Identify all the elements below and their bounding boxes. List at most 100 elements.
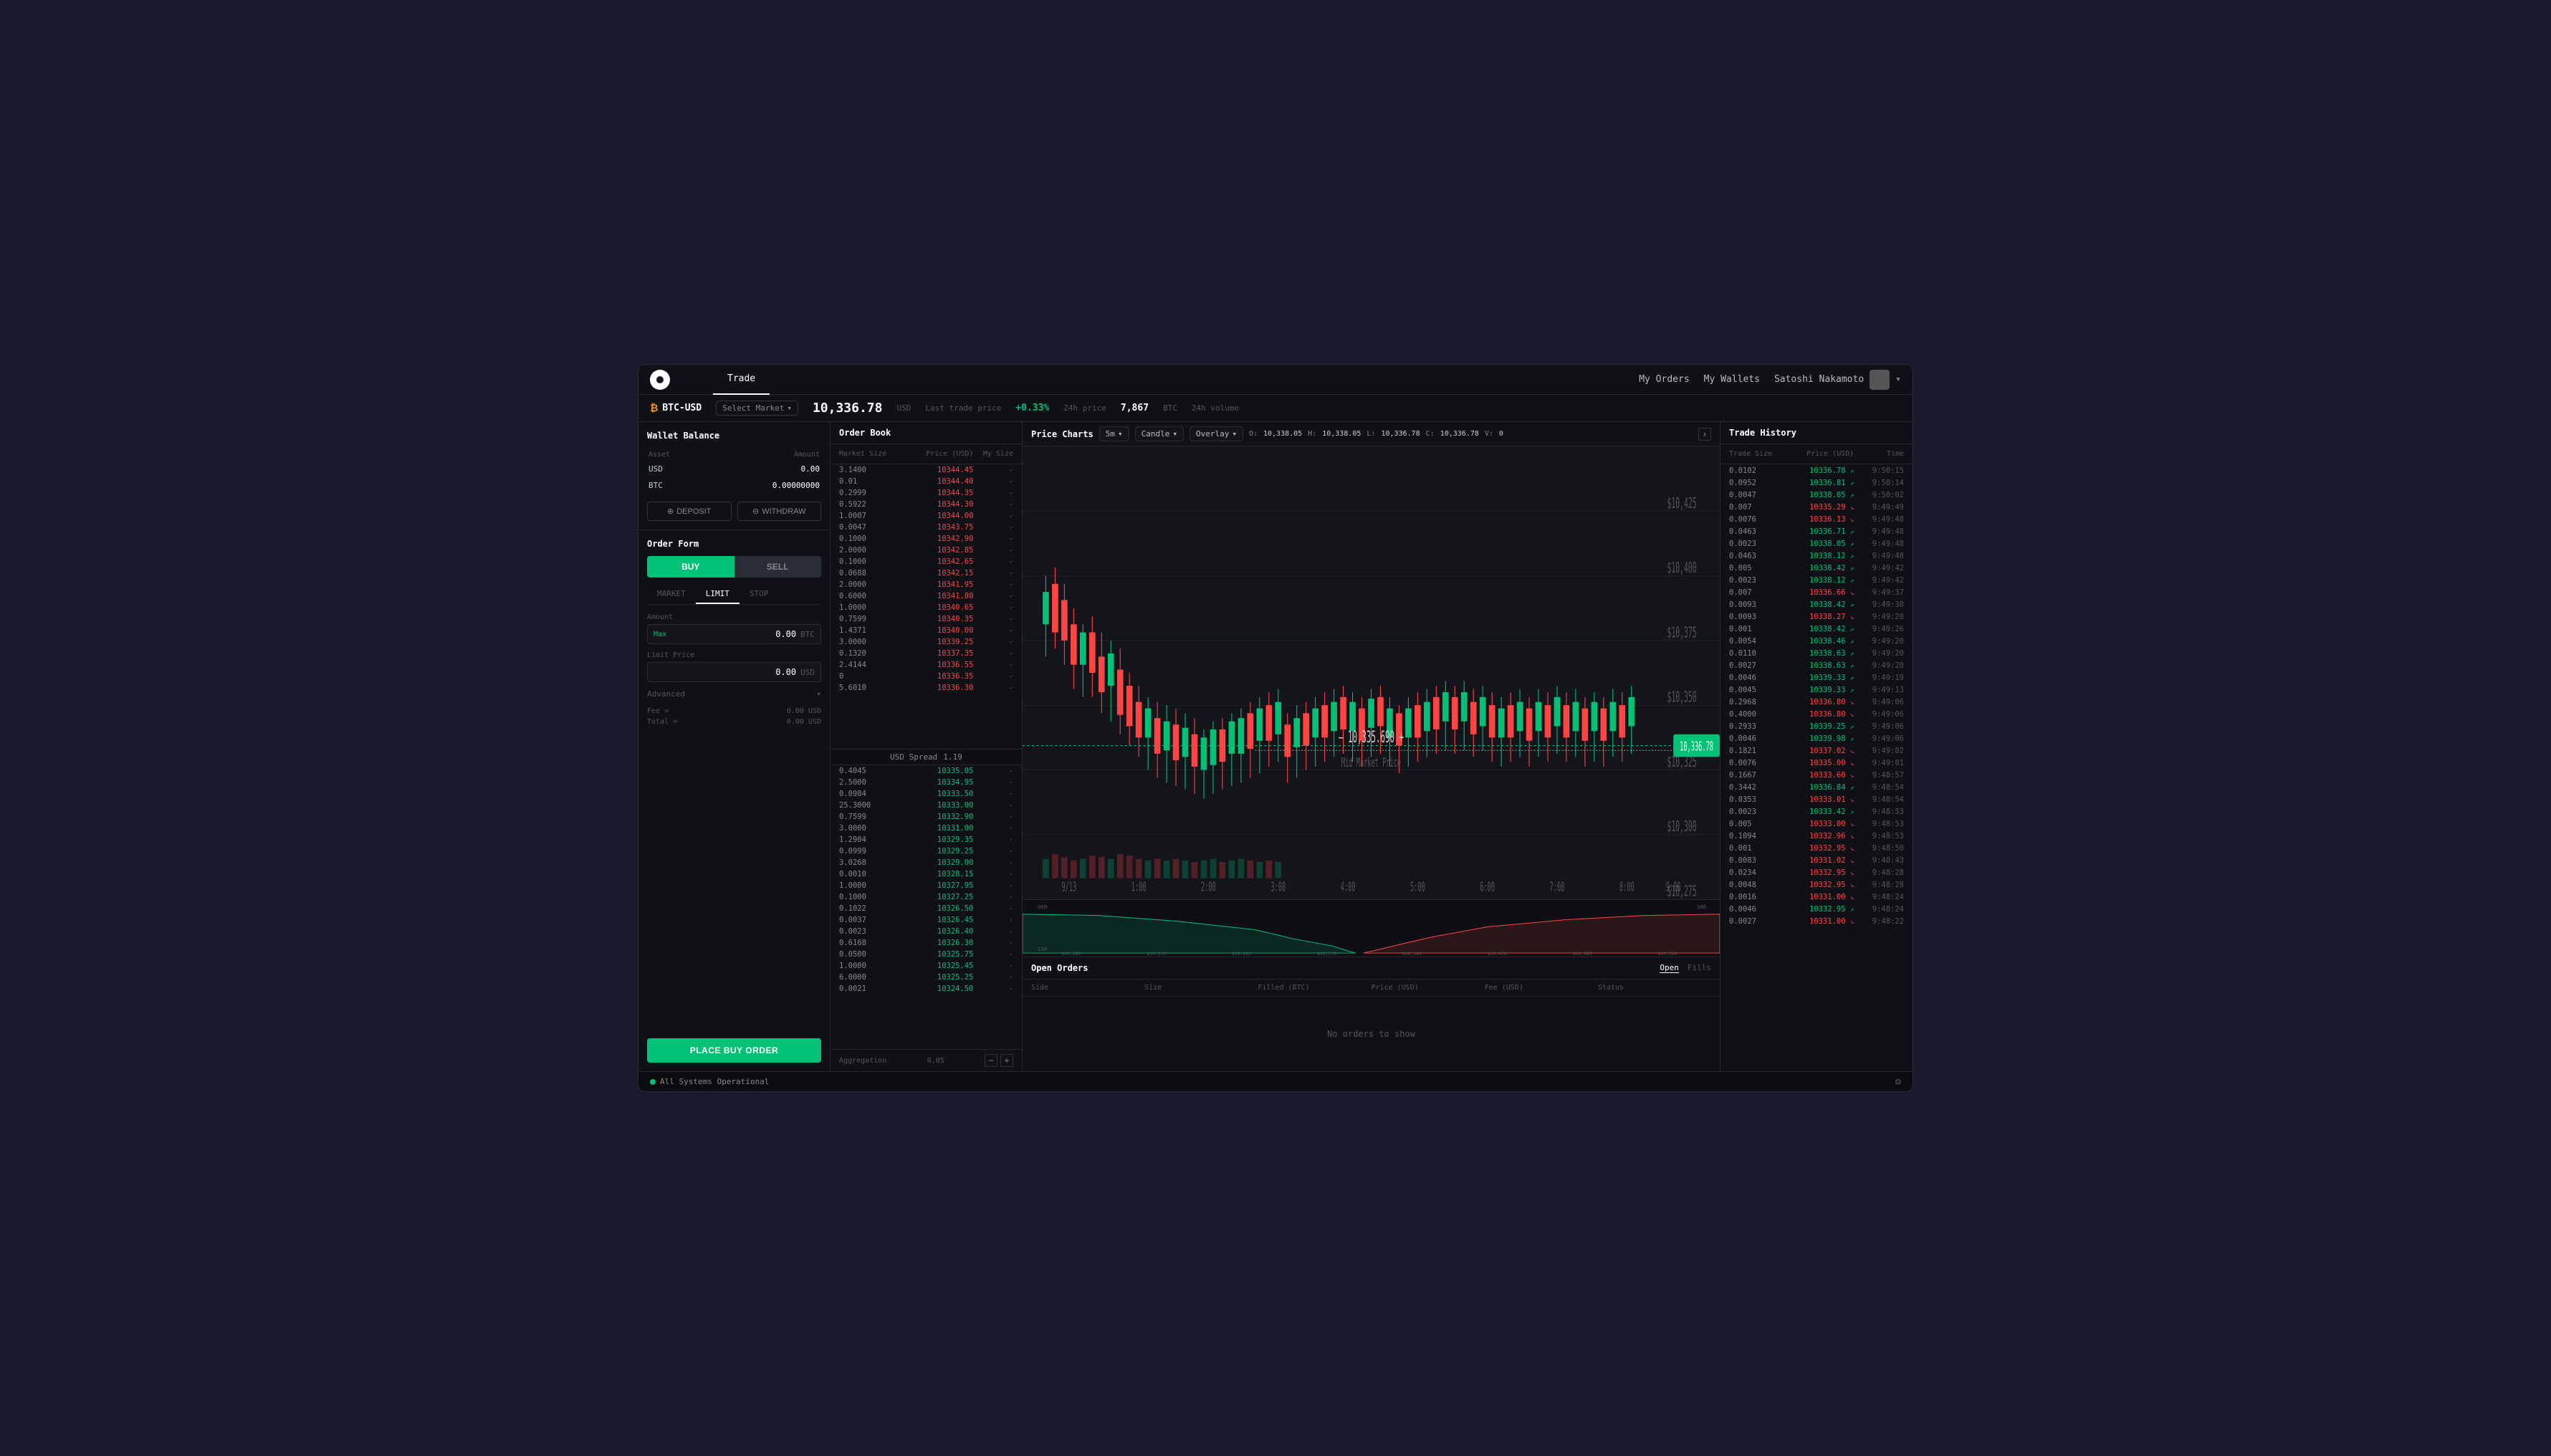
- svg-text:4:00: 4:00: [1341, 880, 1356, 894]
- list-item: 0.00710335.29 ↘9:49:49: [1720, 501, 1913, 513]
- no-orders-message: No orders to show: [1023, 997, 1720, 1071]
- table-row[interactable]: 0.100010327.25-: [831, 891, 1022, 903]
- list-item: 0.046310336.71 ↗9:49:48: [1720, 525, 1913, 537]
- table-row[interactable]: 0.001010328.15-: [831, 868, 1022, 880]
- table-row[interactable]: 3.000010339.25-: [831, 636, 1022, 648]
- tab-stop[interactable]: STOP: [740, 585, 779, 604]
- table-row[interactable]: 0.759910332.90-: [831, 811, 1022, 823]
- table-row[interactable]: 0.132010337.35-: [831, 648, 1022, 659]
- agg-buttons: − +: [985, 1054, 1013, 1067]
- table-row[interactable]: 0.592210344.30-: [831, 499, 1022, 510]
- my-orders-btn[interactable]: My Orders: [1639, 374, 1689, 385]
- total-label: Total =: [647, 718, 677, 726]
- max-button[interactable]: Max: [654, 631, 666, 638]
- timeframe-control[interactable]: 5m ▾: [1099, 426, 1129, 441]
- table-row[interactable]: 1.290410329.35-: [831, 834, 1022, 846]
- table-row[interactable]: 0.003710326.45-: [831, 914, 1022, 926]
- table-row[interactable]: 0.759910340.35-: [831, 613, 1022, 625]
- place-order-button[interactable]: PLACE BUY ORDER: [647, 1038, 821, 1063]
- change-label: 24h price: [1063, 403, 1106, 413]
- ob-col-price: Price (USD): [899, 450, 973, 458]
- table-row[interactable]: 0.600010341.80-: [831, 590, 1022, 602]
- table-row[interactable]: 2.414410336.55-: [831, 659, 1022, 671]
- overlay-control[interactable]: Overlay ▾: [1190, 426, 1243, 441]
- table-row[interactable]: 0.616810326.30-: [831, 937, 1022, 949]
- svg-text:$10,375: $10,375: [1667, 623, 1697, 641]
- tab-limit[interactable]: LIMIT: [696, 585, 740, 604]
- buy-button[interactable]: BUY: [647, 556, 734, 578]
- table-row[interactable]: 1.000010340.65-: [831, 602, 1022, 613]
- table-row[interactable]: 1.000010325.45-: [831, 960, 1022, 972]
- fee-row: Fee = 0.00 USD: [647, 707, 821, 715]
- trade-history-title: Trade History: [1729, 428, 1796, 438]
- chart-nav-right[interactable]: ›: [1698, 428, 1711, 441]
- settings-icon[interactable]: ⚙: [1895, 1076, 1901, 1088]
- table-row[interactable]: 3.000010331.00-: [831, 823, 1022, 834]
- svg-text:$10,400: $10,400: [1667, 559, 1697, 576]
- chevron-down-icon[interactable]: ▾: [1895, 374, 1901, 385]
- tab-market[interactable]: MARKET: [647, 585, 696, 604]
- last-price-label: Last trade price: [925, 403, 1001, 413]
- advanced-row[interactable]: Advanced ▾: [647, 689, 821, 699]
- order-form-section: Order Form BUY SELL MARKET LIMIT STOP Am…: [638, 530, 830, 1071]
- nav-tab-trade[interactable]: Trade: [713, 365, 770, 395]
- tab-fills[interactable]: Fills: [1688, 963, 1711, 973]
- table-row[interactable]: 0.068810342.15-: [831, 567, 1022, 579]
- table-row[interactable]: 2.000010341.95-: [831, 579, 1022, 590]
- agg-plus-btn[interactable]: +: [1000, 1054, 1013, 1067]
- logo[interactable]: [650, 370, 670, 390]
- app-container: Trade My Orders My Wallets Satoshi Nakam…: [638, 364, 1913, 1092]
- table-row[interactable]: 0.050010325.75-: [831, 949, 1022, 960]
- oo-table-header: Side Size Filled (BTC) Price (USD) Fee (…: [1023, 980, 1720, 997]
- table-row[interactable]: 2.000010342.85-: [831, 545, 1022, 556]
- table-row[interactable]: 3.140010344.45-: [831, 464, 1022, 476]
- table-row[interactable]: 5.601010336.30-: [831, 682, 1022, 694]
- list-item: 0.002310338.12 ↗9:49:42: [1720, 574, 1913, 586]
- my-wallets-btn[interactable]: My Wallets: [1704, 374, 1760, 385]
- fee-value: 0.00 USD: [787, 707, 821, 715]
- candle-chart-area[interactable]: $10,425 $10,400 $10,375 $10,350 $10,325 …: [1023, 446, 1720, 899]
- sell-button[interactable]: SELL: [734, 556, 822, 578]
- withdraw-button[interactable]: ⊖ WITHDRAW: [737, 502, 822, 521]
- deposit-button[interactable]: ⊕ DEPOSIT: [647, 502, 732, 521]
- table-row[interactable]: 0.004710343.75-: [831, 522, 1022, 533]
- table-row[interactable]: 1.000710344.00-: [831, 510, 1022, 522]
- table-row[interactable]: 0.099910329.25-: [831, 846, 1022, 857]
- total-value: 0.00 USD: [787, 718, 821, 726]
- table-row[interactable]: 010336.35-: [831, 671, 1022, 682]
- table-row[interactable]: 0.299910344.35-: [831, 487, 1022, 499]
- depth-chart-area[interactable]: -300 -130 300 $10,180 $10,230 $10,280 $1…: [1023, 899, 1720, 957]
- user-avatar[interactable]: [1870, 370, 1890, 390]
- svg-text:6:00: 6:00: [1480, 880, 1495, 894]
- tab-open[interactable]: Open: [1660, 963, 1679, 973]
- select-market-btn[interactable]: Select Market ▾: [716, 401, 798, 416]
- svg-text:5:00: 5:00: [1410, 880, 1425, 894]
- table-row[interactable]: 0.002110324.50-: [831, 983, 1022, 995]
- limit-price-value[interactable]: 0.00: [654, 667, 796, 677]
- table-row[interactable]: 0.404510335.05-: [831, 765, 1022, 777]
- table-row[interactable]: 0.100010342.90-: [831, 533, 1022, 545]
- wallet-table: Asset Amount USD 0.00 BTC 0.00000000: [647, 448, 821, 494]
- table-row[interactable]: 2.500010334.95-: [831, 777, 1022, 788]
- table-row[interactable]: 0.102210326.50-: [831, 903, 1022, 914]
- svg-text:300: 300: [1697, 904, 1707, 910]
- user-name: Satoshi Nakamoto: [1774, 374, 1864, 385]
- table-row[interactable]: 1.437110340.00-: [831, 625, 1022, 636]
- usd-amount: 0.00: [703, 461, 820, 476]
- table-row[interactable]: 0.100010342.65-: [831, 556, 1022, 567]
- oo-col-size: Size: [1144, 984, 1258, 992]
- table-row[interactable]: 0.098410333.50-: [831, 788, 1022, 800]
- table-row[interactable]: 6.000010325.25-: [831, 972, 1022, 983]
- status-text: All Systems Operational: [660, 1077, 769, 1086]
- amount-value[interactable]: 0.00: [672, 629, 796, 639]
- table-row[interactable]: 0.0110344.40-: [831, 476, 1022, 487]
- table-row[interactable]: 0.002310326.40-: [831, 926, 1022, 937]
- table-row[interactable]: 1.000010327.95-: [831, 880, 1022, 891]
- list-item: 0.166710333.60 ↘9:48:57: [1720, 769, 1913, 781]
- chart-type-control[interactable]: Candle ▾: [1135, 426, 1184, 441]
- table-row[interactable]: 25.300010333.00-: [831, 800, 1022, 811]
- table-row[interactable]: 3.026810329.00-: [831, 857, 1022, 868]
- last-price-currency: USD: [896, 403, 911, 413]
- status-indicator: All Systems Operational: [650, 1077, 769, 1086]
- agg-minus-btn[interactable]: −: [985, 1054, 997, 1067]
